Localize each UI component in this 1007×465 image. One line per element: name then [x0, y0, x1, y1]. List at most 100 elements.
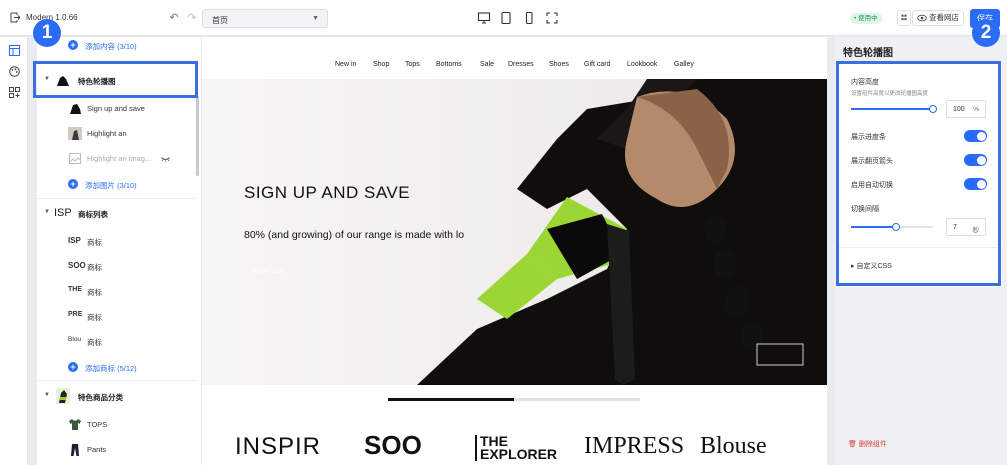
slide-item[interactable]: Highlight an imag... [37, 146, 197, 171]
logo-list-thumbnail: ISP [54, 207, 72, 219]
view-store-label: 查看网店 [929, 13, 959, 22]
brand-logo: SOO [364, 430, 422, 460]
nav-galley[interactable]: Galley [674, 61, 694, 68]
desktop-icon[interactable] [477, 11, 491, 25]
divider [37, 380, 197, 381]
delete-section-button[interactable]: 🗑 删除组件 [848, 439, 887, 449]
hero-shop-button[interactable]: SHOP NOW [252, 269, 285, 275]
preview-canvas: New in Shop Tops Bottoms Sale Dresses Sh… [202, 37, 827, 465]
section-list: + 添加内容 (3/10) ▼ 特色轮播图 Sign up and save H… [37, 37, 201, 465]
left-rail [0, 37, 28, 465]
chevron-down-icon: ▼ [312, 15, 319, 22]
slide-thumbnail [70, 104, 81, 114]
section-list-scrollbar[interactable] [196, 96, 199, 176]
logo-thumbnail: PRE [68, 311, 83, 318]
hero-title: SIGN UP AND SAVE [244, 183, 411, 202]
step-marker-1: 1 [33, 19, 61, 47]
tshirt-icon [69, 419, 81, 430]
collection-thumbnail [56, 388, 70, 404]
panel-title: 特色轮播图 [843, 48, 893, 59]
logo-label: 商标 [87, 338, 102, 347]
slide-progress-bar[interactable] [388, 398, 640, 401]
chevron-down-icon: ▼ [44, 209, 50, 215]
store-nav: New in Shop Tops Bottoms Sale Dresses Sh… [202, 37, 827, 79]
slide-item[interactable]: Highlight an [37, 121, 197, 146]
page-select[interactable]: 首页 ▼ [202, 9, 328, 28]
mobile-icon[interactable] [522, 11, 536, 25]
nav-lookbook[interactable]: Lookbook [627, 61, 657, 68]
chevron-down-icon: ▼ [44, 392, 50, 398]
section-logo-list[interactable]: ▼ ISP 商标列表 [37, 201, 197, 226]
highlight-box-section [33, 61, 198, 98]
plus-icon: + [68, 40, 78, 50]
nav-new-in[interactable]: New in [335, 61, 356, 68]
section-label: 特色商品分类 [78, 393, 123, 402]
exit-icon[interactable] [10, 12, 20, 23]
tablet-icon[interactable] [499, 11, 513, 25]
logo-thumbnail: THE [68, 286, 82, 293]
logo-label: 商标 [87, 263, 102, 272]
plus-icon: + [68, 362, 78, 372]
add-content-label: 添加内容 (3/10) [85, 42, 137, 51]
apps-icon[interactable] [9, 87, 20, 98]
section-featured-collection[interactable]: ▼ 特色商品分类 [37, 384, 197, 409]
trash-icon: 🗑 [848, 441, 857, 448]
nav-bottoms[interactable]: Bottoms [436, 61, 462, 68]
eye-icon [917, 14, 927, 22]
image-placeholder-icon [69, 153, 81, 164]
add-logo-button[interactable]: + 添加商标 (5/12) [37, 355, 197, 380]
nav-dresses[interactable]: Dresses [508, 61, 534, 68]
brand-logo: IMPRESS [584, 433, 685, 459]
slide-thumbnail [68, 127, 82, 140]
hero-subtitle: 80% (and growing) of our range is made w… [244, 229, 465, 241]
logo-thumbnail: ISP [68, 236, 81, 245]
slide-label: Sign up and save [87, 104, 145, 113]
add-image-label: 添加图片 (3/10) [85, 181, 137, 190]
nav-sale[interactable]: Sale [480, 61, 494, 68]
add-content-button[interactable]: + 添加内容 (3/10) [37, 37, 197, 58]
redo-icon[interactable]: ↷ [186, 12, 198, 24]
logo-label: 商标 [87, 313, 102, 322]
plus-icon: + [68, 179, 78, 189]
palette-icon[interactable] [9, 66, 20, 77]
slide-progress-fill [388, 398, 514, 401]
nav-shoes[interactable]: Shoes [549, 61, 569, 68]
brand-logo: Blouse [700, 433, 767, 459]
nav-tops[interactable]: Tops [405, 61, 420, 68]
collection-item-label: TOPS [87, 420, 108, 429]
collection-item[interactable]: TOPS [37, 412, 197, 437]
logo-thumbnail: Blou [68, 336, 82, 343]
step-marker-2: 2 [972, 19, 1000, 47]
nav-shop[interactable]: Shop [373, 61, 389, 68]
logo-item[interactable]: PRE 商标 [37, 304, 197, 329]
collection-item-label: Pants [87, 445, 107, 454]
divider [37, 198, 197, 199]
logo-thumbnail: SOO [68, 261, 86, 270]
delete-section-label: 删除组件 [858, 441, 887, 448]
brand-logo: INSPIR [235, 433, 322, 460]
logo-label: 商标 [87, 288, 102, 297]
add-logo-label: 添加商标 (5/12) [85, 364, 137, 373]
logo-item[interactable]: THE 商标 [37, 279, 197, 304]
undo-icon[interactable]: ↶ [168, 12, 180, 24]
fullscreen-icon[interactable] [545, 11, 559, 25]
section-label: 商标列表 [78, 210, 108, 219]
grid-icon[interactable] [897, 10, 911, 26]
logo-item[interactable]: Blou 商标 [37, 329, 197, 354]
logo-label: 商标 [87, 238, 102, 247]
view-store-button[interactable]: 查看网店 [912, 10, 964, 26]
sections-icon[interactable] [9, 45, 20, 56]
slide-label: Highlight an imag... [87, 154, 152, 163]
hero-slide[interactable]: SIGN UP AND SAVE 80% (and growing) of ou… [202, 79, 827, 385]
page-select-value: 首页 [212, 16, 228, 25]
collection-item[interactable]: Pants [37, 437, 197, 462]
brand-logo: THE EXPLORER [475, 434, 557, 461]
logo-item[interactable]: SOO 商标 [37, 254, 197, 279]
hidden-eye-icon[interactable] [161, 155, 170, 162]
top-bar: Modern 1.0.66 ↶ ↷ 首页 ▼ • 使用中 查看网店 保存 [0, 0, 1007, 36]
slide-label: Highlight an [87, 129, 127, 138]
add-image-button[interactable]: + 添加图片 (3/10) [37, 172, 197, 197]
nav-gift-card[interactable]: Gift card [584, 61, 610, 68]
logo-item[interactable]: ISP 商标 [37, 229, 197, 254]
slide-item[interactable]: Sign up and save [37, 96, 197, 121]
